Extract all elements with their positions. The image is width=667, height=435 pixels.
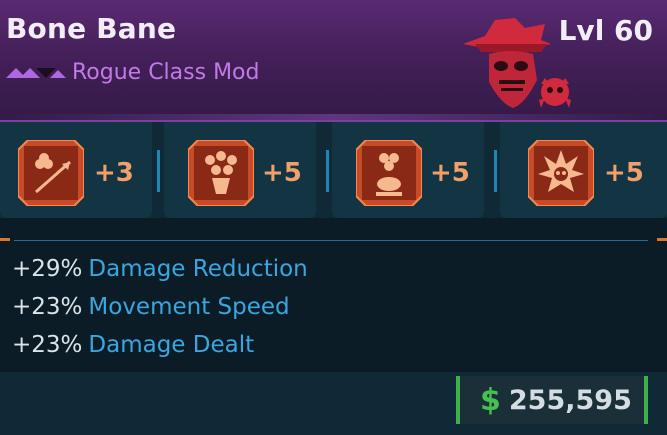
item-header: Bone Bane Lvl 60 Rogue Class Mod <box>0 0 667 122</box>
clover-arrow-icon <box>18 140 84 206</box>
skill-slot[interactable]: +5 <box>164 122 316 218</box>
skill-value: +5 <box>604 158 644 188</box>
price-box: $ 255,595 <box>456 376 648 424</box>
stat-name: Damage Dealt <box>88 332 255 358</box>
class-mod-label: Rogue Class Mod <box>72 60 260 85</box>
skull-explosion-icon <box>528 140 594 206</box>
stat-name: Damage Reduction <box>88 256 308 282</box>
stat-value: +23% <box>12 294 83 320</box>
stat-line: +29% Damage Reduction <box>12 256 308 294</box>
skill-slot[interactable]: +5 <box>500 122 667 218</box>
stat-line: +23% Damage Dealt <box>12 332 308 370</box>
skill-separator <box>326 150 329 192</box>
stat-line: +23% Movement Speed <box>12 294 308 332</box>
skill-separator <box>157 150 160 192</box>
clover-frog-icon <box>356 140 422 206</box>
price-value: 255,595 <box>508 384 632 416</box>
stat-value: +29% <box>12 256 83 282</box>
divider-tick <box>657 238 667 241</box>
divider-tick <box>0 238 10 241</box>
clover-bouquet-icon <box>188 140 254 206</box>
class-mod-emblem-icon <box>463 18 571 108</box>
rarity-chevrons-icon <box>6 67 66 78</box>
skill-separator <box>494 150 497 192</box>
skill-bonus-strip: +3 +5 +5 +5 <box>0 122 667 218</box>
dollar-icon: $ <box>480 382 501 418</box>
stat-name: Movement Speed <box>88 294 290 320</box>
section-divider <box>14 240 648 241</box>
skill-value: +5 <box>430 158 470 188</box>
skill-slot[interactable]: +5 <box>332 122 484 218</box>
stat-list: +29% Damage Reduction +23% Movement Speed … <box>12 256 308 370</box>
skill-value: +5 <box>262 158 302 188</box>
rarity-row: Rogue Class Mod <box>6 60 259 85</box>
stat-value: +23% <box>12 332 83 358</box>
item-name: Bone Bane <box>6 12 177 45</box>
skill-value: +3 <box>94 158 134 188</box>
skill-slot[interactable]: +3 <box>0 122 152 218</box>
